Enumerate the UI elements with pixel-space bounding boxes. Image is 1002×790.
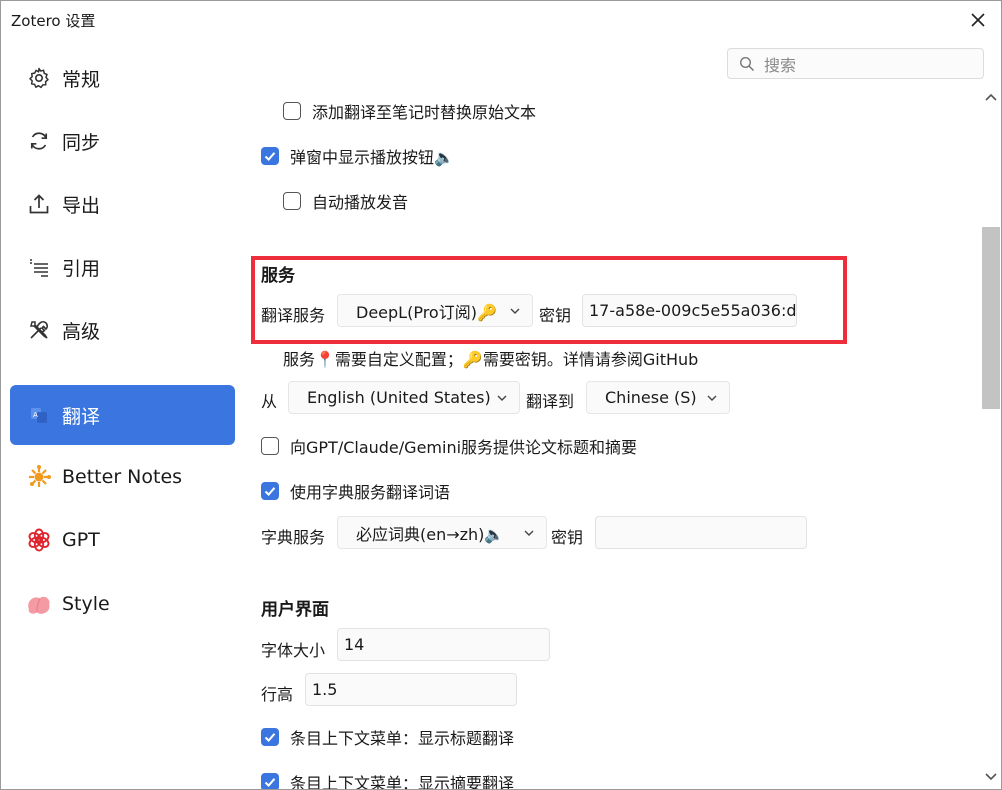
scroll-up-icon[interactable]	[984, 91, 998, 103]
option-use-dictionary[interactable]: 使用字典服务翻译词语	[261, 479, 450, 503]
to-label: 翻译到	[526, 388, 574, 412]
export-icon	[26, 191, 52, 217]
checkmark-icon	[264, 733, 276, 742]
scroll-down-icon[interactable]	[984, 771, 998, 783]
gear-icon	[26, 65, 52, 91]
label-text: 字典服务	[261, 528, 326, 547]
search-input[interactable]	[762, 53, 976, 77]
sidebar-item-label: Better Notes	[62, 466, 183, 488]
option-label: 添加翻译至笔记时替换原始文本	[312, 103, 537, 122]
chevron-down-icon	[497, 395, 507, 401]
service-hint: 服务📍需要自定义配置；🔑需要密钥。详情请参阅GitHub	[283, 346, 698, 370]
sidebar: 常规 同步 导出 引用 高级 A 翻译 Better Notes GPT Sty…	[1, 41, 246, 789]
highlight-box	[251, 256, 847, 344]
checkbox-checked[interactable]	[261, 147, 279, 165]
search-icon	[739, 56, 755, 72]
option-label: 条目上下文菜单：显示标题翻译	[290, 729, 515, 748]
checkbox-checked[interactable]	[261, 482, 279, 500]
option-label: 向GPT/Claude/Gemini服务提供论文标题和摘要	[290, 438, 638, 457]
better-notes-icon	[26, 464, 52, 490]
sidebar-item-advanced[interactable]: 高级	[10, 300, 235, 360]
sidebar-item-label: 高级	[62, 320, 101, 343]
checkmark-icon	[264, 152, 276, 161]
select-value: 必应词典(en→zh)🔈	[356, 524, 505, 544]
chevron-down-icon	[524, 530, 534, 536]
checkbox[interactable]	[261, 437, 279, 455]
font-size-label: 字体大小	[261, 637, 325, 661]
sidebar-item-gpt[interactable]: GPT	[10, 510, 235, 570]
sidebar-item-label: Style	[62, 593, 110, 615]
option-label: 弹窗中显示播放按钮🔈	[290, 148, 454, 167]
sidebar-item-label: GPT	[62, 529, 100, 551]
checkbox[interactable]	[283, 102, 301, 120]
checkmark-icon	[264, 487, 276, 496]
dictionary-label: 字典服务	[261, 524, 325, 548]
option-label: 使用字典服务翻译词语	[290, 483, 451, 502]
sidebar-item-label: 翻译	[62, 405, 101, 428]
label-text: 字体大小	[261, 641, 326, 660]
sidebar-item-label: 常规	[62, 68, 101, 91]
gpt-icon	[26, 527, 52, 553]
hint-text: 服务📍需要自定义配置；🔑需要密钥。详情请参阅GitHub	[283, 350, 699, 369]
close-button[interactable]	[965, 7, 991, 33]
option-replace-original[interactable]: 添加翻译至笔记时替换原始文本	[283, 99, 536, 123]
settings-panel: 添加翻译至笔记时替换原始文本 弹窗中显示播放按钮🔈 自动播放发音 服务 翻译服务…	[246, 41, 984, 790]
label-text: 翻译到	[526, 392, 575, 411]
sidebar-item-general[interactable]: 常规	[10, 48, 235, 108]
style-icon	[26, 591, 52, 617]
dictionary-key-field[interactable]	[595, 516, 807, 549]
sidebar-item-cite[interactable]: 引用	[10, 237, 235, 297]
title-bar: Zotero 设置	[1, 1, 1001, 37]
section-header-ui: 用户界面	[261, 600, 329, 620]
checkbox-checked[interactable]	[261, 728, 279, 746]
svg-text:A: A	[33, 411, 38, 419]
option-context-abstract[interactable]: 条目上下文菜单：显示摘要翻译	[261, 770, 515, 790]
option-gpt-context[interactable]: 向GPT/Claude/Gemini服务提供论文标题和摘要	[261, 434, 637, 458]
option-label: 条目上下文菜单：显示摘要翻译	[290, 774, 515, 790]
font-size-field[interactable]: 14	[337, 628, 550, 661]
option-autoplay[interactable]: 自动播放发音	[283, 189, 408, 213]
line-height-field[interactable]: 1.5	[305, 673, 517, 706]
scrollbar-track[interactable]	[981, 77, 999, 787]
sidebar-item-export[interactable]: 导出	[10, 174, 235, 234]
dictionary-service-select[interactable]: 必应词典(en→zh)🔈	[337, 516, 547, 549]
cite-icon	[26, 254, 52, 280]
sidebar-item-better-notes[interactable]: Better Notes	[10, 447, 235, 507]
sidebar-item-label: 同步	[62, 131, 101, 154]
search-box[interactable]	[727, 48, 984, 79]
line-height-label: 行高	[261, 681, 293, 705]
preferences-window: Zotero 设置 常规 同步 导出 引用 高级 A 翻译 Better Not…	[0, 0, 1002, 790]
sidebar-item-sync[interactable]: 同步	[10, 111, 235, 171]
checkbox-checked[interactable]	[261, 773, 279, 789]
option-context-title[interactable]: 条目上下文菜单：显示标题翻译	[261, 725, 514, 749]
label-text: 行高	[261, 685, 294, 704]
option-label: 自动播放发音	[312, 193, 409, 212]
scrollbar-thumb[interactable]	[982, 227, 1000, 409]
sidebar-item-translate[interactable]: A 翻译	[10, 385, 235, 445]
checkmark-icon	[264, 778, 276, 787]
translate-icon: A	[26, 402, 52, 428]
label-text: 从	[261, 392, 278, 411]
select-value: English (United States)	[307, 388, 491, 407]
option-show-play-button[interactable]: 弹窗中显示播放按钮🔈	[261, 144, 454, 168]
select-value: Chinese (S)	[605, 388, 697, 407]
chevron-down-icon	[707, 395, 717, 401]
window-title: Zotero 设置	[11, 12, 96, 30]
label-text: 密钥	[551, 528, 584, 547]
target-language-select[interactable]: Chinese (S)	[586, 381, 730, 414]
sidebar-item-style[interactable]: Style	[10, 574, 235, 634]
from-label: 从	[261, 388, 277, 412]
checkbox[interactable]	[283, 192, 301, 210]
tools-icon	[26, 317, 52, 343]
close-icon	[971, 13, 985, 27]
sidebar-item-label: 引用	[62, 257, 101, 280]
source-language-select[interactable]: English (United States)	[288, 381, 520, 414]
dictionary-key-label: 密钥	[551, 524, 583, 548]
sidebar-item-label: 导出	[62, 194, 101, 217]
sync-icon	[26, 128, 52, 154]
